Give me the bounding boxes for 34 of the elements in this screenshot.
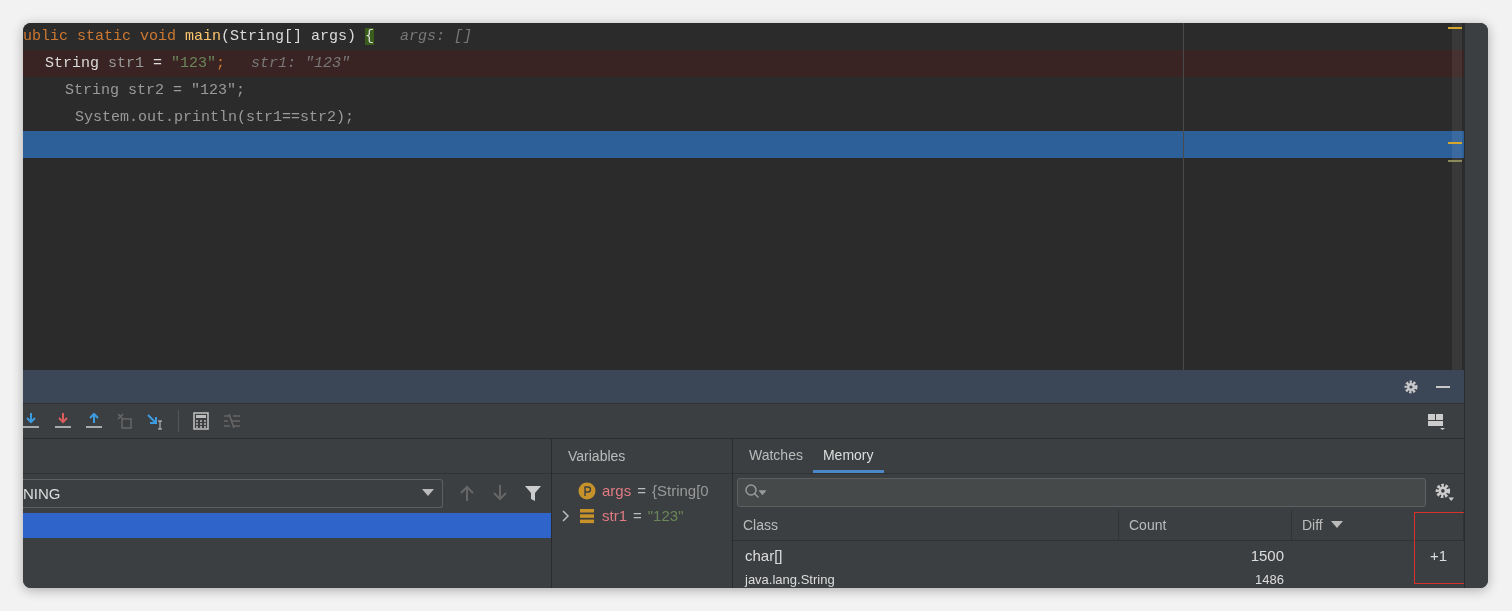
- filter-icon[interactable]: [524, 484, 542, 502]
- count-cell-text: 1500: [1249, 546, 1285, 564]
- column-header[interactable]: Class: [733, 510, 1119, 540]
- tab[interactable]: Watches: [739, 439, 813, 473]
- field-icon: [578, 506, 596, 525]
- variable-row[interactable]: str1 = "123": [552, 503, 732, 528]
- force-step-into-icon[interactable]: [54, 412, 72, 430]
- class-cell-text: java.lang.String: [743, 571, 836, 587]
- parameter-icon: [578, 481, 596, 500]
- step-into-icon[interactable]: [23, 412, 41, 430]
- variable-row[interactable]: args = {String[0: [552, 478, 732, 503]
- sort-descending-icon: [1330, 521, 1343, 529]
- run-to-cursor-icon[interactable]: [147, 412, 165, 430]
- thread-dropdown[interactable]: NING: [23, 478, 443, 508]
- inline-value-hint: str1: "123": [251, 55, 351, 72]
- dropdown-caret-icon: [422, 489, 434, 497]
- expand-chevron-icon[interactable]: [560, 509, 572, 522]
- code-text: ublic static void main(String[] args) {: [23, 28, 375, 45]
- column-header[interactable]: Count: [1119, 510, 1292, 540]
- panel-title: Variables: [568, 448, 626, 464]
- class-cell-text: char[]: [744, 546, 784, 564]
- code-text: String str2 = "123";: [65, 82, 246, 99]
- code-text: System.out.println(str1==str2);: [75, 109, 355, 126]
- code-text: String str1 = "123";: [45, 55, 226, 72]
- calculator-icon[interactable]: [192, 412, 210, 430]
- diff-cell-text: +1: [1428, 546, 1448, 564]
- search-field[interactable]: [737, 477, 1426, 507]
- count-cell-text: 1486: [1254, 571, 1285, 587]
- layout-icon[interactable]: [1427, 412, 1445, 430]
- inline-value-hint: args: []: [400, 28, 473, 45]
- tab[interactable]: Memory: [812, 439, 884, 473]
- settings-icon[interactable]: [1434, 482, 1454, 502]
- search-icon: [744, 483, 766, 501]
- step-out-icon[interactable]: [85, 412, 103, 430]
